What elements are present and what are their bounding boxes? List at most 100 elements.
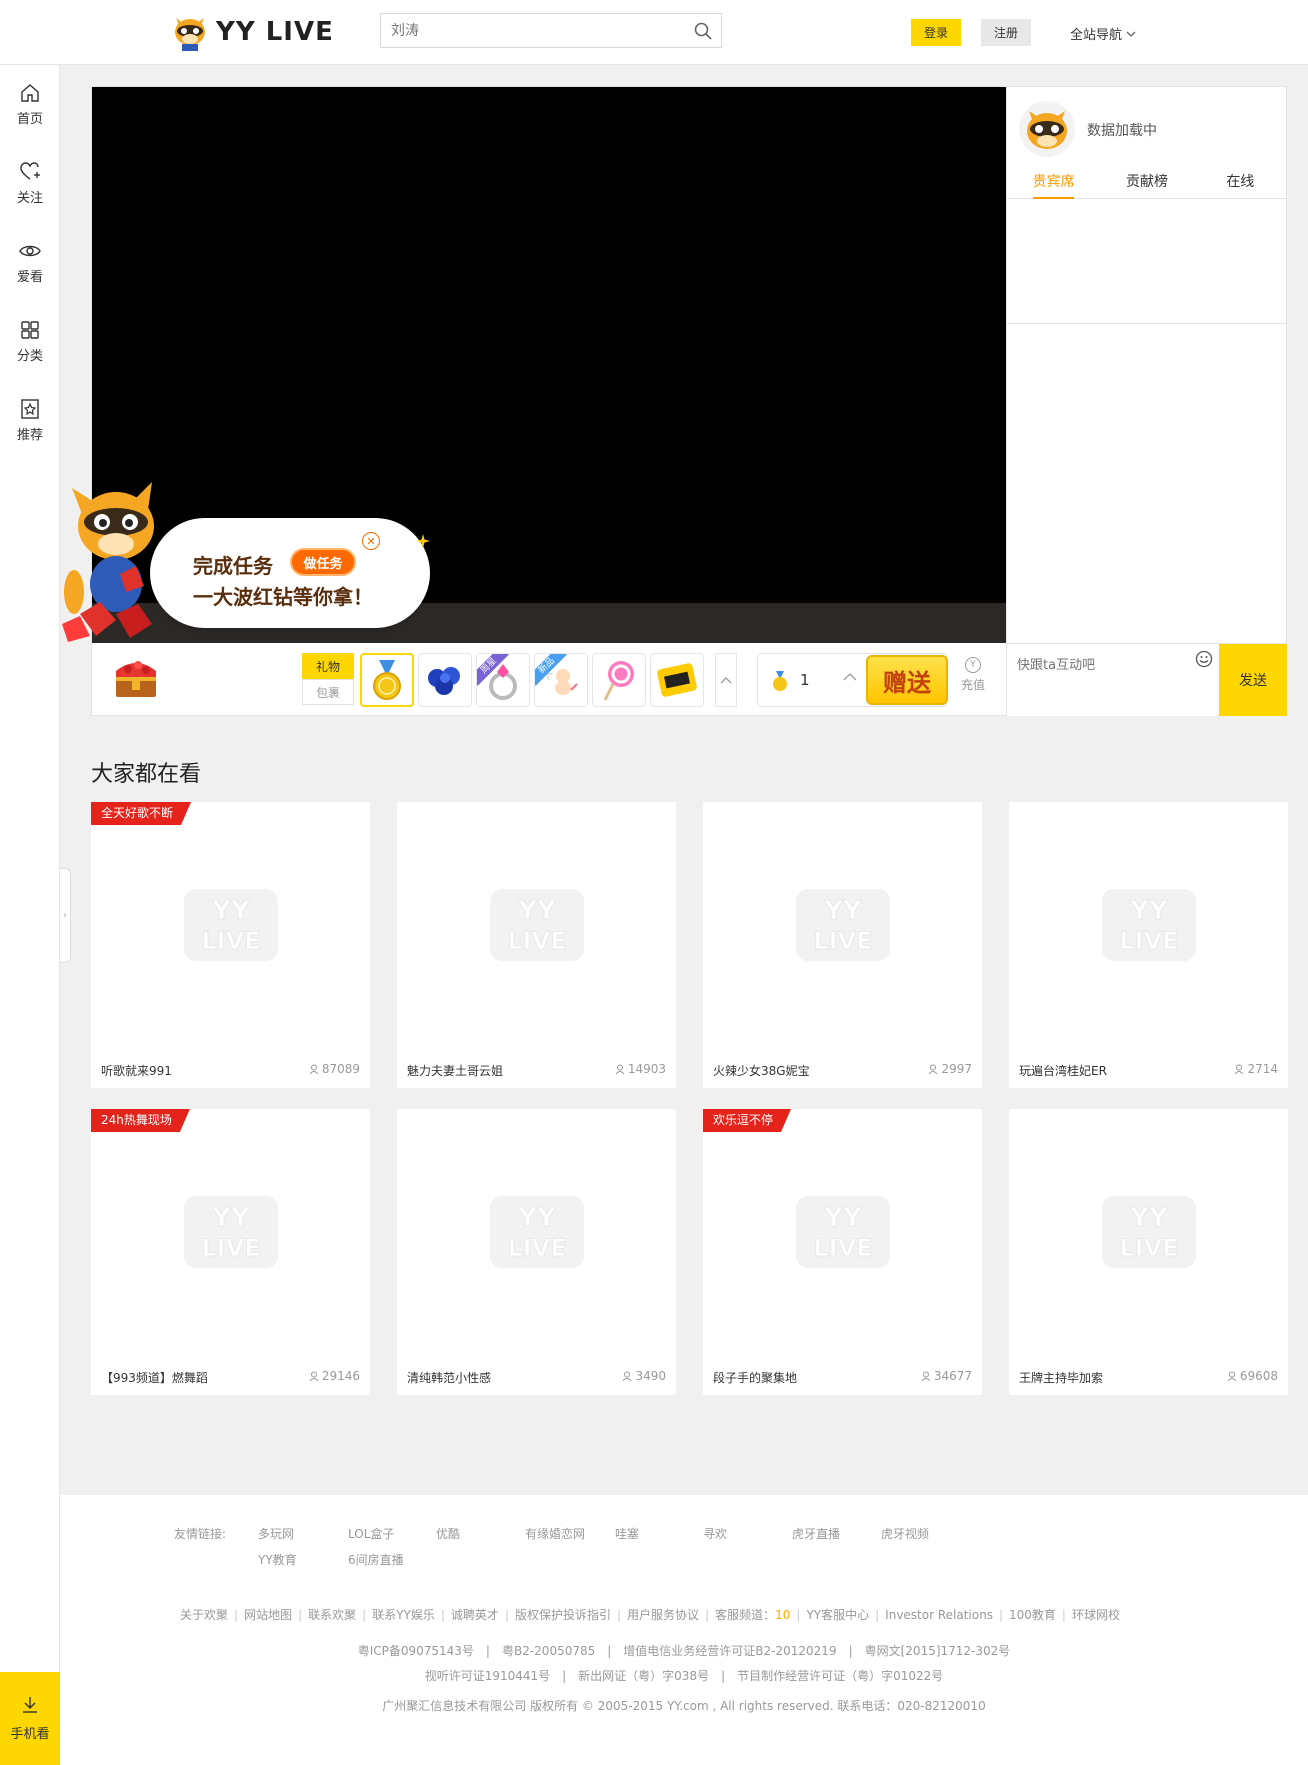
footer-link[interactable]: 联系YY娱乐: [372, 1608, 435, 1622]
link-separator: |: [875, 1608, 880, 1622]
friend-link[interactable]: 虎牙视频: [881, 1525, 929, 1542]
close-icon[interactable]: ✕: [362, 532, 380, 550]
svg-text:YY: YY: [211, 1203, 251, 1233]
sidebar-item-home[interactable]: 首页: [0, 65, 60, 144]
yb-coin-icon: Y: [965, 657, 981, 673]
logo[interactable]: YY LIVE: [170, 10, 334, 54]
sidebar-collapse-handle[interactable]: ›: [60, 868, 71, 963]
card-title: 【993频道】燃舞蹈: [101, 1371, 208, 1385]
search-input[interactable]: [381, 14, 681, 47]
card-thumbnail[interactable]: YY LIVE: [397, 1109, 676, 1355]
register-button[interactable]: 注册: [981, 19, 1031, 46]
footer-link[interactable]: Investor Relations: [885, 1608, 993, 1622]
gift-item[interactable]: [592, 653, 646, 707]
svg-text:LIVE: LIVE: [813, 927, 872, 955]
sidebar-item-label: 推荐: [16, 428, 43, 443]
live-room-grid: YY LIVE 全天好歌不断 听歌就来991 87089 YY LIVE 魅力夫…: [91, 802, 1288, 1395]
grid-icon: [21, 321, 39, 339]
link-separator: |: [362, 1608, 367, 1622]
chevron-right-icon: ›: [63, 910, 67, 921]
medal-icon: [773, 671, 787, 691]
gift-item[interactable]: 新品: [534, 653, 588, 707]
card-thumbnail[interactable]: YY LIVE: [397, 802, 676, 1048]
mobile-watch-button[interactable]: 手机看: [0, 1672, 60, 1765]
footer-link[interactable]: 关于欢聚: [180, 1608, 228, 1622]
live-room-card[interactable]: YY LIVE 火辣少女38G妮宝 2997: [703, 802, 982, 1088]
friend-link[interactable]: 哇塞: [615, 1525, 639, 1542]
friend-link[interactable]: 寻欢: [703, 1525, 727, 1542]
chevron-down-icon: [1126, 31, 1136, 37]
chat-input[interactable]: [1007, 644, 1217, 716]
treasure-chest-icon[interactable]: [110, 653, 162, 705]
do-task-button[interactable]: 做任务: [290, 548, 356, 576]
friend-link[interactable]: LOL盒子: [348, 1525, 394, 1542]
recharge-button[interactable]: Y 充值: [958, 657, 988, 693]
quantity-value[interactable]: 1: [800, 671, 810, 689]
card-thumbnail[interactable]: YY LIVE: [703, 1109, 982, 1355]
svg-text:LIVE: LIVE: [1119, 927, 1178, 955]
footer-link[interactable]: 诚聘英才: [451, 1608, 499, 1622]
live-room-card[interactable]: YY LIVE 24h热舞现场 【993频道】燃舞蹈 29146: [91, 1109, 370, 1395]
friend-link[interactable]: 6间房直播: [348, 1551, 404, 1568]
site-nav-dropdown[interactable]: 全站导航: [1070, 24, 1136, 43]
footer-link[interactable]: 版权保护投诉指引: [515, 1608, 611, 1622]
footer-link[interactable]: 联系欢聚: [308, 1608, 356, 1622]
card-thumbnail[interactable]: YY LIVE: [703, 802, 982, 1048]
gift-expand-button[interactable]: [715, 653, 737, 707]
friend-link[interactable]: 有缘婚恋网: [525, 1525, 585, 1542]
recharge-label: 充值: [960, 678, 985, 692]
gift-item[interactable]: [418, 653, 472, 707]
service-channel-number[interactable]: 10: [775, 1608, 790, 1622]
gift-item[interactable]: [360, 653, 414, 707]
link-separator: |: [617, 1608, 622, 1622]
gift-item[interactable]: [650, 653, 704, 707]
quantity-chevron-icon[interactable]: [843, 671, 857, 681]
card-thumbnail[interactable]: YY LIVE: [1009, 1109, 1288, 1355]
avatar[interactable]: [1019, 101, 1075, 157]
footer-link[interactable]: 用户服务协议: [627, 1608, 699, 1622]
live-room-card[interactable]: YY LIVE 欢乐逗不停 段子手的聚集地 34677: [703, 1109, 982, 1395]
live-room-card[interactable]: YY LIVE 王牌主持毕加索 69608: [1009, 1109, 1288, 1395]
viewer-count: 2997: [941, 1062, 972, 1076]
mobile-watch-label: 手机看: [10, 1727, 50, 1742]
friend-link[interactable]: YY教育: [258, 1551, 297, 1568]
card-thumbnail[interactable]: YY LIVE: [91, 1109, 370, 1355]
svg-text:YY: YY: [823, 1203, 863, 1233]
tab-online[interactable]: 在线: [1194, 167, 1287, 198]
gift-list: 周星 新品: [360, 653, 704, 707]
friend-link[interactable]: 优酷: [436, 1525, 460, 1542]
live-room-card[interactable]: YY LIVE 全天好歌不断 听歌就来991 87089: [91, 802, 370, 1088]
svg-text:LIVE: LIVE: [813, 1234, 872, 1262]
send-chat-button[interactable]: 发送: [1219, 644, 1287, 716]
sidebar-item-recommend[interactable]: 推荐: [0, 381, 60, 460]
footer-link[interactable]: 客服频道：: [715, 1608, 775, 1622]
gift-item[interactable]: 周星: [476, 653, 530, 707]
emoji-icon[interactable]: [1195, 650, 1213, 668]
tab-vip-seats[interactable]: 贵宾席: [1007, 167, 1100, 199]
login-button[interactable]: 登录: [911, 19, 961, 46]
card-thumbnail[interactable]: YY LIVE: [1009, 802, 1288, 1048]
friend-link[interactable]: 虎牙直播: [792, 1525, 840, 1542]
sidebar-item-follow[interactable]: 关注: [0, 144, 60, 223]
tab-gift[interactable]: 礼物: [302, 653, 354, 679]
footer-link[interactable]: 环球网校: [1072, 1608, 1120, 1622]
yy-live-placeholder-icon: YY LIVE: [183, 1196, 278, 1268]
card-thumbnail[interactable]: YY LIVE: [91, 802, 370, 1048]
live-room-card[interactable]: YY LIVE 魅力夫妻土哥云姐 14903: [397, 802, 676, 1088]
live-room-card[interactable]: YY LIVE 玩遍台湾桂妃ER 2714: [1009, 802, 1288, 1088]
footer-link[interactable]: 网站地图: [244, 1608, 292, 1622]
live-room-card[interactable]: YY LIVE 清纯韩范小性感 3490: [397, 1109, 676, 1395]
card-badge: 全天好歌不断: [91, 802, 191, 825]
sidebar-item-favorites[interactable]: 爱看: [0, 223, 60, 302]
search-icon[interactable]: [693, 21, 713, 41]
send-gift-button[interactable]: 赠送: [866, 655, 948, 705]
card-viewers: 69608: [1227, 1369, 1278, 1383]
friend-link[interactable]: 多玩网: [258, 1525, 294, 1542]
svg-text:LIVE: LIVE: [1119, 1234, 1178, 1262]
footer-link[interactable]: YY客服中心: [806, 1608, 869, 1622]
tab-package[interactable]: 包裹: [302, 679, 354, 705]
sidebar-item-category[interactable]: 分类: [0, 302, 60, 381]
footer-link[interactable]: 100教育: [1009, 1608, 1056, 1622]
tab-contribution[interactable]: 贡献榜: [1100, 167, 1193, 198]
viewer-count: 69608: [1239, 1369, 1278, 1383]
